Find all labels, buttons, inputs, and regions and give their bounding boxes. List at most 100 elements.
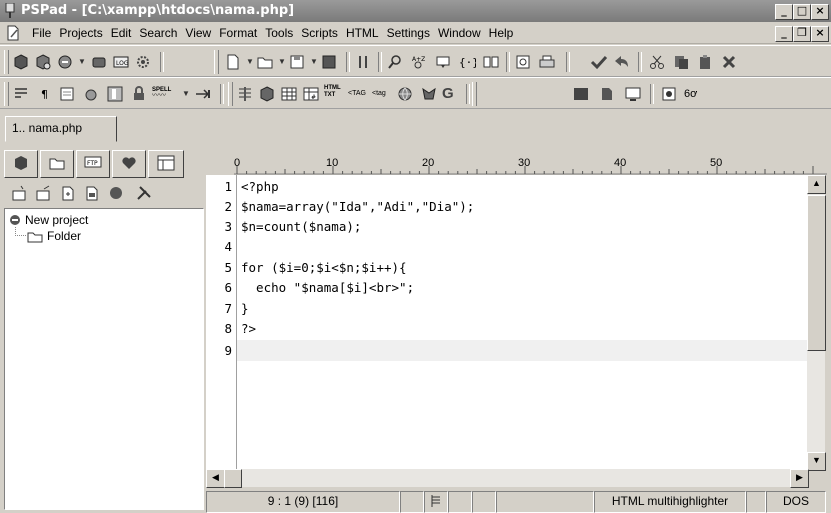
print-icon[interactable] bbox=[538, 53, 556, 71]
maximize-button[interactable]: □ bbox=[793, 4, 811, 20]
toolbar-grip[interactable] bbox=[4, 82, 9, 106]
code-line[interactable]: for ($i=0;$i<$n;$i++){ bbox=[241, 260, 407, 275]
add-folder-icon[interactable] bbox=[84, 185, 100, 201]
lowercase-tag-icon[interactable]: <tag bbox=[372, 85, 394, 103]
code-line[interactable]: $n=count($nama); bbox=[241, 219, 361, 234]
new-project-icon[interactable] bbox=[12, 185, 28, 201]
bookmark-icon[interactable] bbox=[434, 53, 452, 71]
insert-element-icon[interactable] bbox=[236, 85, 254, 103]
menu-settings[interactable]: Settings bbox=[383, 26, 434, 40]
settings-gear-icon[interactable] bbox=[134, 53, 152, 71]
cut-icon[interactable] bbox=[648, 53, 666, 71]
project-cube-icon[interactable] bbox=[12, 53, 30, 71]
menu-view[interactable]: View bbox=[181, 26, 215, 40]
toolbar-grip[interactable] bbox=[228, 82, 233, 106]
menu-scripts[interactable]: Scripts bbox=[297, 26, 342, 40]
tools-icon[interactable] bbox=[136, 185, 152, 201]
code-line[interactable]: ?> bbox=[241, 321, 256, 336]
color-picker-icon[interactable] bbox=[82, 85, 100, 103]
new-file-icon[interactable] bbox=[224, 53, 242, 71]
menu-tools[interactable]: Tools bbox=[261, 26, 297, 40]
toolbar-grip[interactable] bbox=[472, 82, 477, 106]
toolbar-grip[interactable] bbox=[214, 50, 219, 74]
open-project-icon[interactable] bbox=[34, 53, 52, 71]
minimize-button[interactable]: _ bbox=[775, 4, 793, 20]
monitor-icon[interactable] bbox=[624, 85, 642, 103]
code-line[interactable]: echo "$nama[$i]<br>"; bbox=[241, 280, 414, 295]
menu-edit[interactable]: Edit bbox=[107, 26, 136, 40]
code-text-area[interactable]: <?php $nama=array("Ida","Adi","Dia"); $n… bbox=[237, 175, 807, 469]
edit-project-icon[interactable] bbox=[36, 185, 52, 201]
undo-icon[interactable] bbox=[612, 53, 630, 71]
read-only-lock-icon[interactable] bbox=[130, 85, 148, 103]
globe-browser-icon[interactable] bbox=[396, 85, 414, 103]
paste-icon[interactable] bbox=[696, 53, 714, 71]
spell-icon[interactable]: SPELL 〰〰 bbox=[152, 85, 180, 103]
black-square-icon[interactable] bbox=[572, 85, 590, 103]
tab-clipboard[interactable] bbox=[148, 150, 184, 178]
delete-icon[interactable] bbox=[720, 53, 738, 71]
vertical-scroll-thumb[interactable] bbox=[807, 195, 826, 351]
glasses-icon[interactable]: 6ơ bbox=[684, 85, 708, 103]
search-icon[interactable] bbox=[386, 53, 404, 71]
doc-restore-button[interactable]: ❐ bbox=[793, 26, 811, 42]
save-all-icon[interactable] bbox=[320, 53, 338, 71]
tree-item-new-project[interactable]: New project bbox=[8, 213, 88, 227]
remove-icon[interactable] bbox=[108, 185, 124, 201]
indent-guide-icon[interactable] bbox=[58, 85, 76, 103]
tab-files[interactable] bbox=[40, 150, 74, 178]
menu-file[interactable]: File bbox=[28, 26, 55, 40]
status-cell[interactable] bbox=[424, 491, 448, 513]
horizontal-scrollbar[interactable]: ◀ ▶ bbox=[206, 469, 809, 488]
book-icon[interactable] bbox=[482, 53, 500, 71]
log-icon[interactable]: LOG bbox=[112, 53, 130, 71]
menu-format[interactable]: Format bbox=[215, 26, 261, 40]
toolbar-grip[interactable] bbox=[4, 50, 9, 74]
menu-search[interactable]: Search bbox=[135, 26, 181, 40]
scroll-right-button[interactable]: ▶ bbox=[790, 469, 809, 488]
uppercase-tag-icon[interactable]: <TAG bbox=[348, 85, 370, 103]
tab-nama-php[interactable]: 1.. nama.php bbox=[5, 116, 117, 142]
code-line[interactable]: <?php bbox=[241, 179, 279, 194]
tree-item-folder[interactable]: Folder bbox=[27, 229, 81, 243]
table-icon[interactable] bbox=[280, 85, 298, 103]
dropdown-arrow-icon[interactable]: ▼ bbox=[78, 57, 86, 66]
scroll-left-button[interactable]: ◀ bbox=[206, 469, 225, 488]
google-search-icon[interactable]: G bbox=[442, 85, 460, 103]
spell-check-icon[interactable] bbox=[590, 53, 608, 71]
menu-window[interactable]: Window bbox=[434, 26, 485, 40]
tab-favorites[interactable] bbox=[112, 150, 146, 178]
dropdown-arrow-icon[interactable]: ▼ bbox=[310, 57, 318, 66]
tab-ftp[interactable]: FTP bbox=[76, 150, 110, 178]
dropdown-arrow-icon[interactable]: ▼ bbox=[246, 57, 254, 66]
pspad-app-icon[interactable] bbox=[5, 3, 15, 18]
doc-minimize-button[interactable]: _ bbox=[775, 26, 793, 42]
open-folder-icon[interactable] bbox=[256, 53, 274, 71]
jump-icon[interactable] bbox=[194, 85, 212, 103]
dropdown-arrow-icon[interactable]: ▼ bbox=[182, 89, 190, 98]
file-open-icon[interactable] bbox=[598, 85, 616, 103]
record-macro-icon[interactable] bbox=[660, 85, 678, 103]
scroll-down-button[interactable]: ▼ bbox=[807, 452, 826, 471]
menu-help[interactable]: Help bbox=[485, 26, 518, 40]
add-file-icon[interactable] bbox=[60, 185, 76, 201]
save-icon[interactable] bbox=[288, 53, 306, 71]
html-to-text-icon[interactable]: HTML TXT bbox=[324, 85, 346, 103]
print-preview-icon[interactable] bbox=[514, 53, 532, 71]
tab-projects[interactable] bbox=[4, 150, 38, 178]
tidy-icon[interactable] bbox=[420, 85, 438, 103]
project-tree[interactable]: New project Folder bbox=[4, 208, 204, 510]
scroll-up-button[interactable]: ▲ bbox=[807, 175, 826, 194]
save-project-icon[interactable] bbox=[56, 53, 74, 71]
word-wrap-icon[interactable] bbox=[12, 85, 30, 103]
dropdown-arrow-icon[interactable]: ▼ bbox=[278, 57, 286, 66]
code-line[interactable]: } bbox=[241, 301, 249, 316]
syntax-highlighter[interactable]: HTML multihighlighter bbox=[594, 491, 746, 513]
brackets-icon[interactable]: {·} bbox=[458, 53, 476, 71]
line-ending-format[interactable]: DOS bbox=[766, 491, 826, 513]
document-menu-icon[interactable] bbox=[5, 25, 21, 41]
menu-projects[interactable]: Projects bbox=[55, 26, 106, 40]
compare-icon[interactable] bbox=[354, 53, 372, 71]
pilcrow-icon[interactable]: ¶ bbox=[36, 85, 54, 103]
doc-close-button[interactable]: × bbox=[811, 26, 829, 42]
